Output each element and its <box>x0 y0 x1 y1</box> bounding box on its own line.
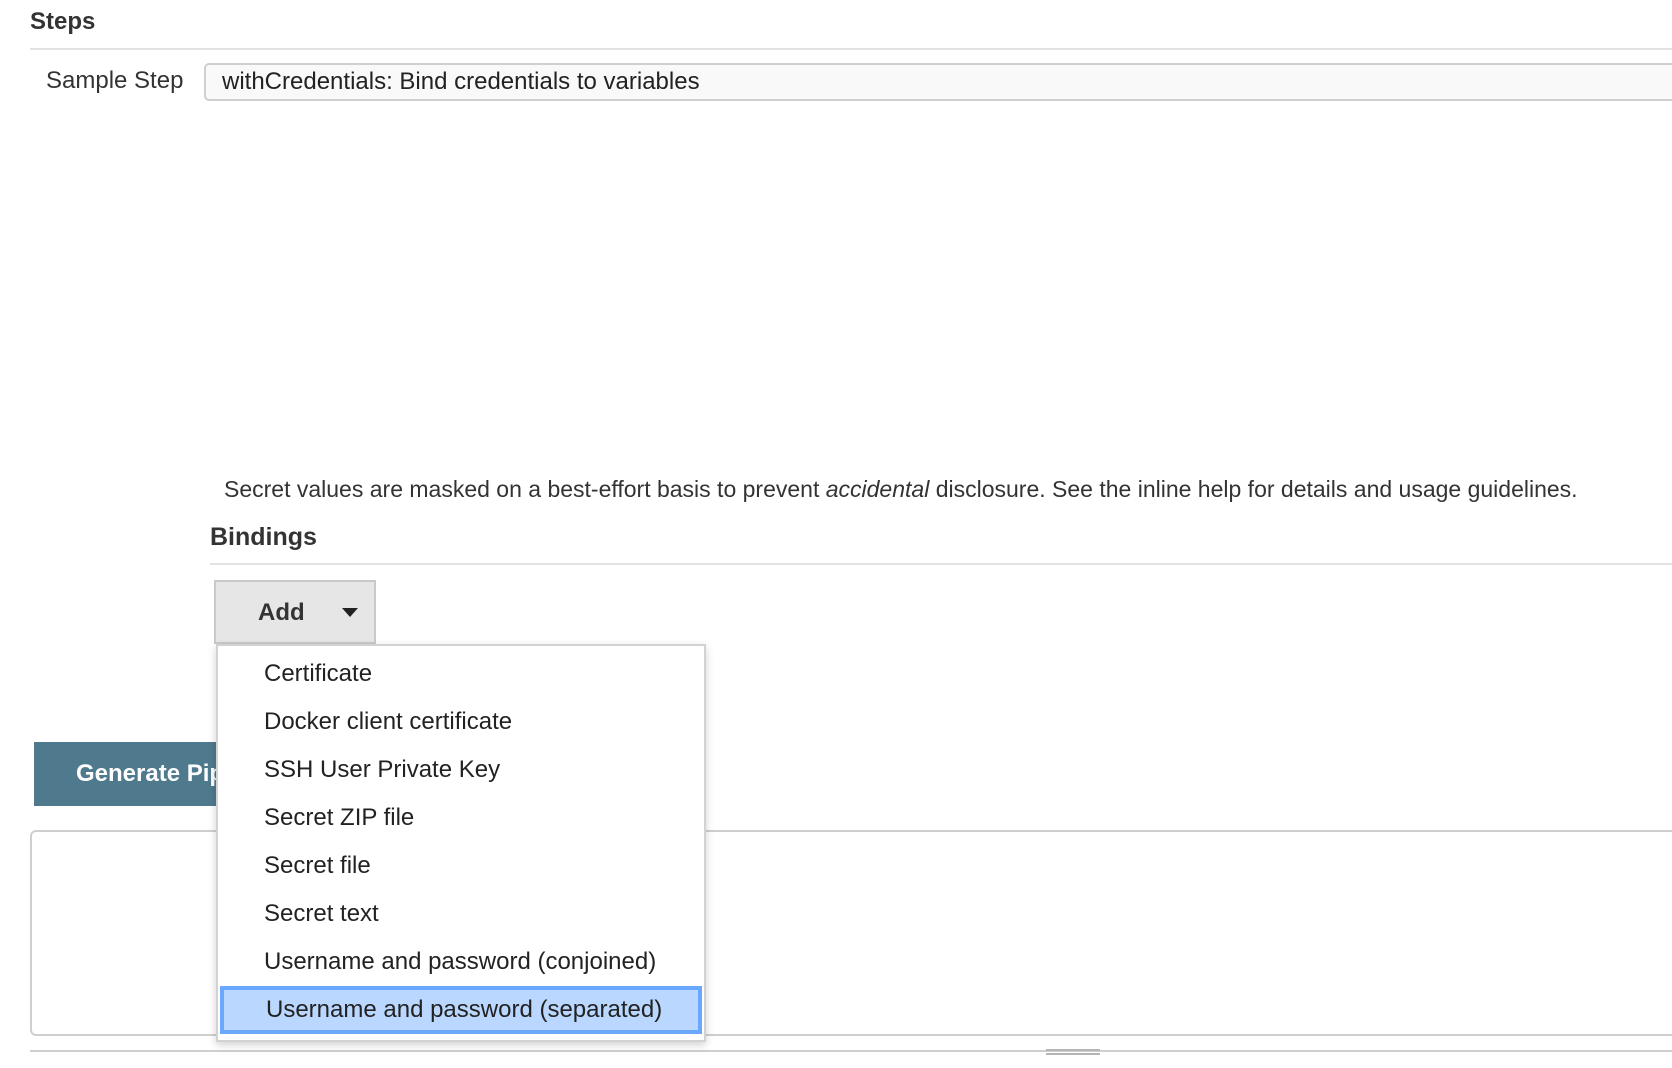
add-binding-button[interactable]: Add <box>214 580 376 644</box>
bottom-divider <box>30 1050 1672 1052</box>
menu-item-secret-zip-file[interactable]: Secret ZIP file <box>218 794 704 842</box>
steps-divider <box>30 48 1672 50</box>
secret-masking-note: Secret values are masked on a best-effor… <box>224 476 1578 503</box>
sample-step-select[interactable]: withCredentials: Bind credentials to var… <box>204 63 1672 101</box>
secret-note-text-after: disclosure. See the inline help for deta… <box>929 476 1578 502</box>
menu-item-username-password-separated[interactable]: Username and password (separated) <box>220 986 702 1034</box>
binding-type-dropdown: Certificate Docker client certificate SS… <box>216 644 706 1042</box>
menu-item-secret-file[interactable]: Secret file <box>218 842 704 890</box>
menu-item-docker-client-certificate[interactable]: Docker client certificate <box>218 698 704 746</box>
generate-pipeline-script-button[interactable]: Generate Pipeline Script <box>34 742 234 806</box>
caret-down-icon <box>342 608 358 617</box>
secret-note-text-before: Secret values are masked on a best-effor… <box>224 476 826 502</box>
menu-item-username-password-conjoined[interactable]: Username and password (conjoined) <box>218 938 704 986</box>
bindings-heading: Bindings <box>210 523 317 551</box>
resize-handle-icon[interactable] <box>1046 1049 1100 1055</box>
menu-item-certificate[interactable]: Certificate <box>218 650 704 698</box>
sample-step-label: Sample Step <box>46 67 184 94</box>
menu-item-ssh-user-private-key[interactable]: SSH User Private Key <box>218 746 704 794</box>
add-button-label: Add <box>258 599 305 626</box>
steps-heading: Steps <box>30 8 96 35</box>
secret-note-emphasis: accidental <box>825 476 930 502</box>
snippet-generator-page: Steps Sample Step withCredentials: Bind … <box>0 0 1672 1068</box>
bindings-divider <box>210 563 1672 565</box>
menu-item-secret-text[interactable]: Secret text <box>218 890 704 938</box>
